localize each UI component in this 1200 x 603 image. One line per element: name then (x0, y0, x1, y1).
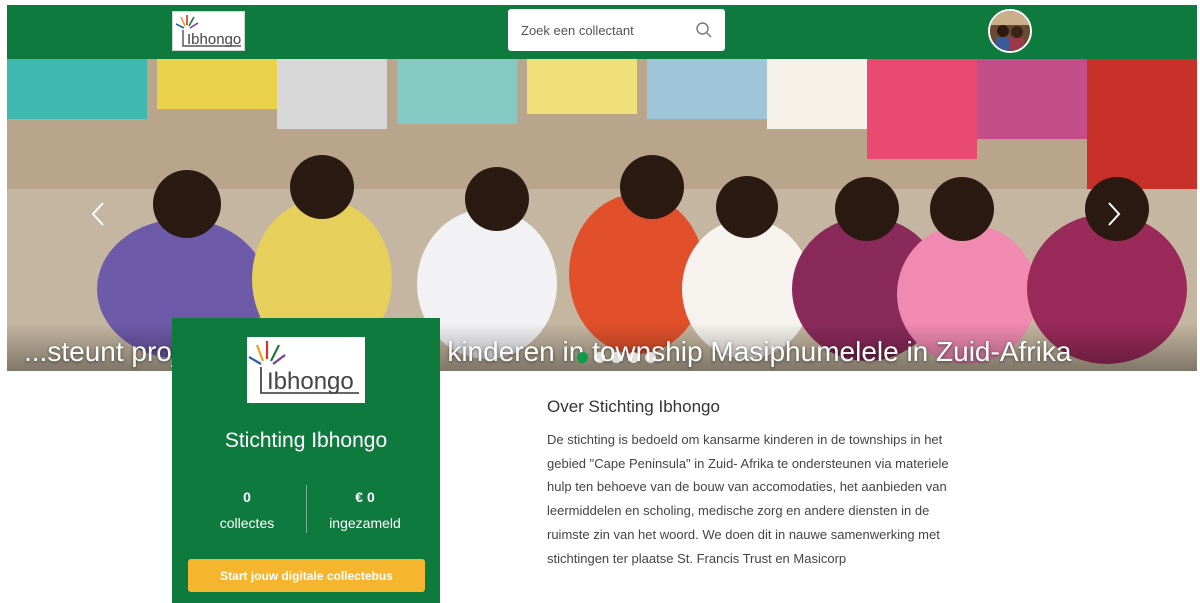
stat-collectes: 0 collectes (187, 489, 307, 531)
chevron-right-icon (1108, 202, 1121, 226)
svg-text:Ibhongo: Ibhongo (187, 31, 241, 48)
stat-label: ingezameld (329, 515, 401, 531)
top-navigation-bar: Ibhongo (7, 5, 1197, 59)
stat-label: collectes (219, 515, 275, 531)
search-box (508, 9, 725, 51)
stat-ingezameld: € 0 ingezameld (305, 489, 425, 531)
svg-text:Ibhongo: Ibhongo (267, 368, 354, 395)
search-input[interactable] (508, 9, 725, 51)
search-icon[interactable] (695, 21, 713, 39)
stat-value: € 0 (355, 489, 375, 505)
organization-logo: Ibhongo (247, 337, 365, 403)
about-description: De stichting is bedoeld om kansarme kind… (547, 432, 949, 566)
carousel-indicators (577, 352, 656, 363)
carousel-next-button[interactable] (1101, 197, 1127, 231)
chevron-left-icon (91, 202, 104, 226)
ibhongo-logo-mark: Ibhongo (175, 15, 241, 48)
start-collection-box-button[interactable]: Start jouw digitale collectebus (188, 559, 425, 592)
about-title: Over Stichting Ibhongo (547, 397, 720, 416)
carousel-dot[interactable] (645, 352, 656, 363)
carousel-dot[interactable] (611, 352, 622, 363)
ibhongo-logo-mark: Ibhongo (248, 341, 359, 395)
stat-value: 0 (243, 489, 251, 505)
organization-name: Stichting Ibhongo (224, 429, 388, 452)
carousel-dot[interactable] (577, 352, 588, 363)
ibhongo-logo[interactable]: Ibhongo (172, 11, 245, 51)
carousel-dot[interactable] (594, 352, 605, 363)
user-avatar[interactable] (988, 9, 1032, 53)
carousel-dot[interactable] (628, 352, 639, 363)
organization-card: Ibhongo Stichting Ibhongo 0 collectes € … (172, 318, 440, 603)
carousel-prev-button[interactable] (85, 197, 111, 231)
